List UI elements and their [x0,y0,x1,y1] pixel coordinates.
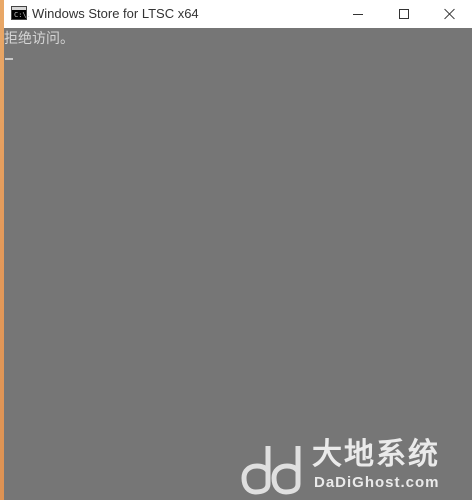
watermark-brand-cn: 大地系统 [312,437,440,472]
close-icon [444,8,456,20]
minimize-icon [353,13,363,15]
console-output-line: 拒绝访问。 [4,31,74,47]
console-icon-prompt: C:\. [14,11,31,19]
text-cursor [5,58,13,60]
console-window: C:\. Windows Store for LTSC x64 拒绝访问。 [4,0,472,500]
site-watermark: 大地系统 DaDiGhost.com [240,438,470,498]
minimize-button[interactable] [335,0,381,28]
maximize-icon [399,9,409,19]
window-title: Windows Store for LTSC x64 [32,6,199,21]
console-icon[interactable]: C:\. [11,6,31,20]
watermark-logo-icon [241,446,301,495]
maximize-button[interactable] [381,0,427,28]
close-button[interactable] [427,0,472,28]
console-output-area[interactable]: 拒绝访问。 [4,28,472,500]
title-bar[interactable]: C:\. Windows Store for LTSC x64 [4,0,472,28]
watermark-brand-en: DaDiGhost.com [314,474,440,491]
